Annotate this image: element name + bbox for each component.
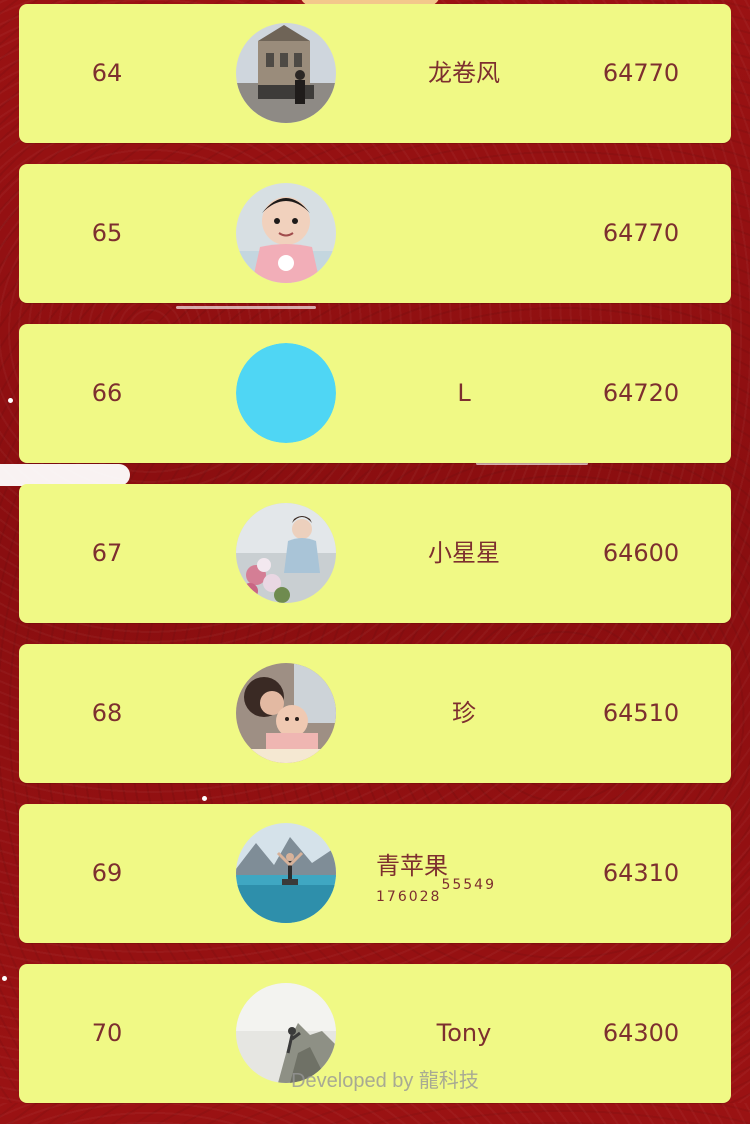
player-score: 64720 <box>602 379 680 407</box>
player-score: 64770 <box>602 219 680 247</box>
player-name: 小星星 <box>428 539 500 567</box>
rank-number: 64 <box>91 59 123 87</box>
sparkle-decoration <box>8 398 13 403</box>
mother-baby-photo-avatar <box>236 663 336 763</box>
ranking-list: 64 龙卷风 64770 65 64770 66 L 64720 67 小星星 … <box>19 4 731 1124</box>
developer-credit: Developed by 龍科技 <box>291 1070 479 1092</box>
rank-number: 68 <box>91 699 123 727</box>
player-score: 64310 <box>602 859 680 887</box>
lake-photo-avatar <box>236 823 336 923</box>
player-score: 64510 <box>602 699 680 727</box>
ranking-row[interactable]: 67 小星星 64600 <box>19 484 731 623</box>
player-id: 17602855549 <box>376 877 496 905</box>
ranking-row[interactable]: 64 龙卷风 64770 <box>19 4 731 143</box>
baby-photo-avatar <box>236 183 336 283</box>
ranking-row[interactable]: 66 L 64720 <box>19 324 731 463</box>
rank-number: 67 <box>91 539 123 567</box>
flowers-photo-avatar <box>236 503 336 603</box>
player-name: 龙卷风 <box>428 59 500 87</box>
rank-number: 65 <box>91 219 123 247</box>
sparkle-decoration <box>2 976 7 981</box>
player-name-block: 青苹果 17602855549 <box>376 851 496 905</box>
ranking-row[interactable]: 65 64770 <box>19 164 731 303</box>
ranking-row[interactable]: 68 珍 64510 <box>19 644 731 783</box>
rank-number: 66 <box>91 379 123 407</box>
player-id-superscript: 55549 <box>441 877 496 893</box>
ranking-row[interactable]: 69 青苹果 17602855549 64310 <box>19 804 731 943</box>
rank-number: 69 <box>91 859 123 887</box>
player-id-main: 176028 <box>376 889 442 905</box>
player-name <box>379 164 549 303</box>
building-photo-avatar <box>236 23 336 123</box>
player-score: 64600 <box>602 539 680 567</box>
player-name: L <box>457 379 471 407</box>
solid-color-avatar <box>236 343 336 443</box>
player-score: 64770 <box>602 59 680 87</box>
player-name: 珍 <box>452 699 476 727</box>
